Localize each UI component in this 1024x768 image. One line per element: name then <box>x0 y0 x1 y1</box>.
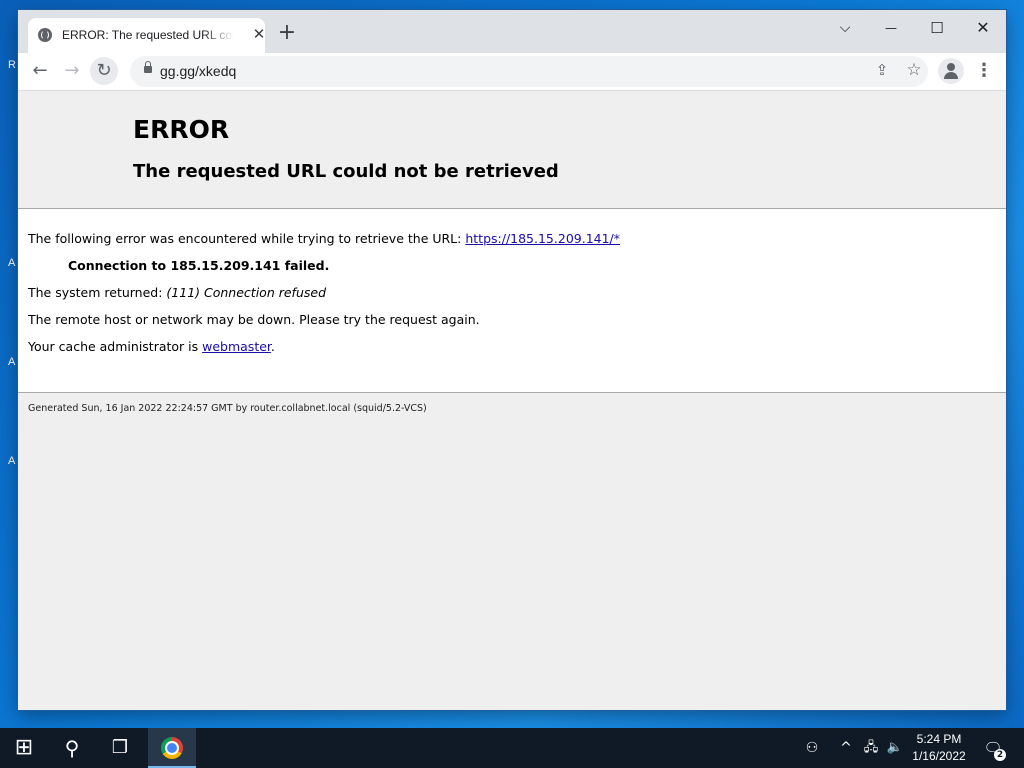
browser-menu-icon[interactable]: ⋮ <box>974 58 994 84</box>
globe-icon <box>38 28 52 42</box>
cache-admin-suffix: . <box>270 339 275 354</box>
browser-window: ERROR: The requested URL could not be re… <box>18 10 1006 710</box>
error-description-text: The following error was encountered whil… <box>28 231 466 246</box>
system-returned: The system returned: (111) Connection re… <box>28 285 326 300</box>
address-bar[interactable]: gg.gg/xkedq ⇪ ☆ <box>130 56 928 87</box>
page-subtitle: The requested URL could not be retrieved <box>133 161 559 182</box>
notification-center-icon[interactable]: 🗨 <box>980 728 1006 768</box>
chrome-taskbar-button[interactable] <box>148 728 196 768</box>
tab-active[interactable]: ERROR: The requested URL could not be re… <box>28 18 265 53</box>
notification-count-badge: 2 <box>994 749 1006 761</box>
cache-admin-label: Your cache administrator is <box>28 339 203 354</box>
back-button[interactable]: ← <box>26 57 54 85</box>
new-tab-button[interactable]: + <box>276 22 298 45</box>
lock-icon[interactable] <box>144 61 152 73</box>
system-clock[interactable]: 5:24 PM 1/16/2022 <box>906 731 972 765</box>
tab-close-icon[interactable]: ✕ <box>250 25 268 43</box>
error-description: The following error was encountered whil… <box>28 231 620 246</box>
tab-search-chevron-icon[interactable]: ⌵ <box>822 14 868 42</box>
minimize-button[interactable]: — <box>868 14 914 42</box>
network-icon[interactable]: 🖧 <box>860 728 882 768</box>
page-content: ERROR The requested URL could not be ret… <box>18 91 1006 710</box>
system-returned-value: (111) Connection refused <box>166 285 326 300</box>
requested-url-link[interactable]: https://185.15.209.141/* <box>465 231 620 246</box>
taskbar: ⊞ ⚲ ❐ ⚇ ^ 🖧 🔈 5:24 PM 1/16/2022 🗨 2 <box>0 728 1024 768</box>
clock-time: 5:24 PM <box>916 732 962 746</box>
bookmark-star-icon[interactable]: ☆ <box>904 60 924 80</box>
page-title: ERROR <box>133 115 230 144</box>
address-bar-url[interactable]: gg.gg/xkedq <box>160 63 236 79</box>
task-view-icon[interactable]: ❐ <box>96 728 144 768</box>
close-window-button[interactable]: ✕ <box>960 14 1006 42</box>
cache-admin: Your cache administrator is webmaster. <box>28 339 275 354</box>
desktop-icon-label[interactable]: A <box>8 455 15 467</box>
desktop-icon-label[interactable]: A <box>8 356 15 368</box>
error-body: The following error was encountered whil… <box>18 209 1006 393</box>
chrome-icon <box>161 737 183 759</box>
error-header: ERROR The requested URL could not be ret… <box>18 91 1006 209</box>
tab-strip: ERROR: The requested URL could not be re… <box>18 10 1006 53</box>
start-windows-icon[interactable]: ⊞ <box>0 728 48 768</box>
clock-date: 1/16/2022 <box>912 749 966 763</box>
browser-toolbar: ← → ↻ gg.gg/xkedq ⇪ ☆ ⋮ <box>18 53 1006 91</box>
webmaster-link[interactable]: webmaster <box>202 339 271 354</box>
maximize-button[interactable]: ☐ <box>914 14 960 42</box>
desktop-icon-label[interactable]: A <box>8 257 15 269</box>
search-icon[interactable]: ⚲ <box>48 728 96 768</box>
share-icon[interactable]: ⇪ <box>872 61 892 81</box>
reload-button[interactable]: ↻ <box>90 57 118 85</box>
volume-muted-icon[interactable]: 🔈 <box>884 728 906 768</box>
forward-button[interactable]: → <box>58 57 86 85</box>
connection-failed-message: Connection to 185.15.209.141 failed. <box>68 258 330 273</box>
remote-host-message: The remote host or network may be down. … <box>28 312 480 327</box>
system-returned-label: The system returned: <box>28 285 167 300</box>
generated-footer: Generated Sun, 16 Jan 2022 22:24:57 GMT … <box>28 403 427 414</box>
chevron-up-icon[interactable]: ^ <box>836 728 856 768</box>
people-icon[interactable]: ⚇ <box>800 728 824 768</box>
tab-title: ERROR: The requested URL could not be re… <box>62 28 234 42</box>
profile-avatar-icon[interactable] <box>938 58 964 84</box>
desktop-icon-label[interactable]: R <box>8 59 16 71</box>
